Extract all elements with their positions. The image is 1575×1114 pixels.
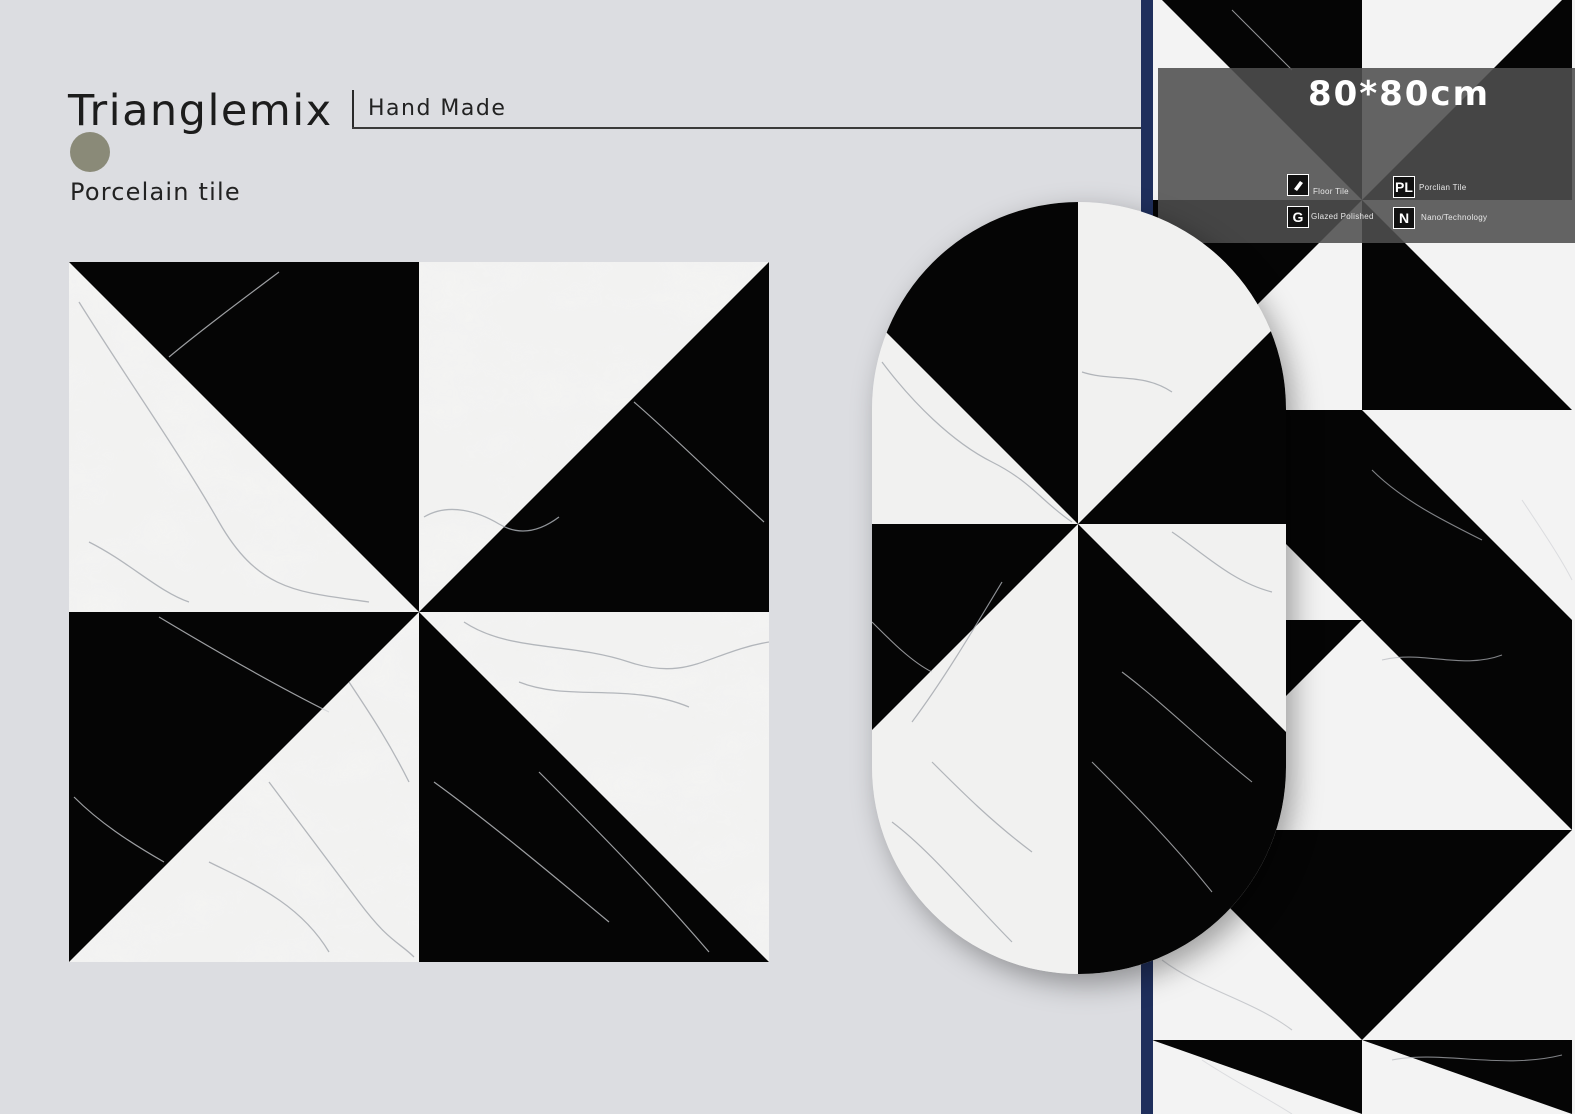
- porcelain-tile-icon: PL: [1393, 176, 1415, 198]
- color-swatch: [70, 132, 110, 172]
- material-label: Porcelain tile: [70, 178, 241, 206]
- glazed-polished-icon: G: [1287, 206, 1309, 228]
- title-divider: [352, 90, 354, 129]
- header-rule: [352, 127, 1142, 129]
- product-name: Trianglemix: [68, 86, 333, 136]
- catalog-page: Trianglemix Hand Made Porcelain tile 80*…: [0, 0, 1575, 1114]
- product-subtitle: Hand Made: [368, 96, 507, 121]
- nano-technology-icon: N: [1393, 207, 1415, 229]
- feature-label: Porclian Tile: [1419, 183, 1467, 192]
- feature-label: Floor Tile: [1313, 187, 1349, 196]
- tile-sample-image: [69, 262, 769, 962]
- tile-size-label: 80*80cm: [1308, 74, 1490, 114]
- feature-label: Nano/Technology: [1421, 213, 1488, 222]
- feature-label: Glazed Polished: [1311, 212, 1374, 221]
- oval-tile-image: [872, 202, 1286, 974]
- floor-tile-icon: [1287, 174, 1309, 196]
